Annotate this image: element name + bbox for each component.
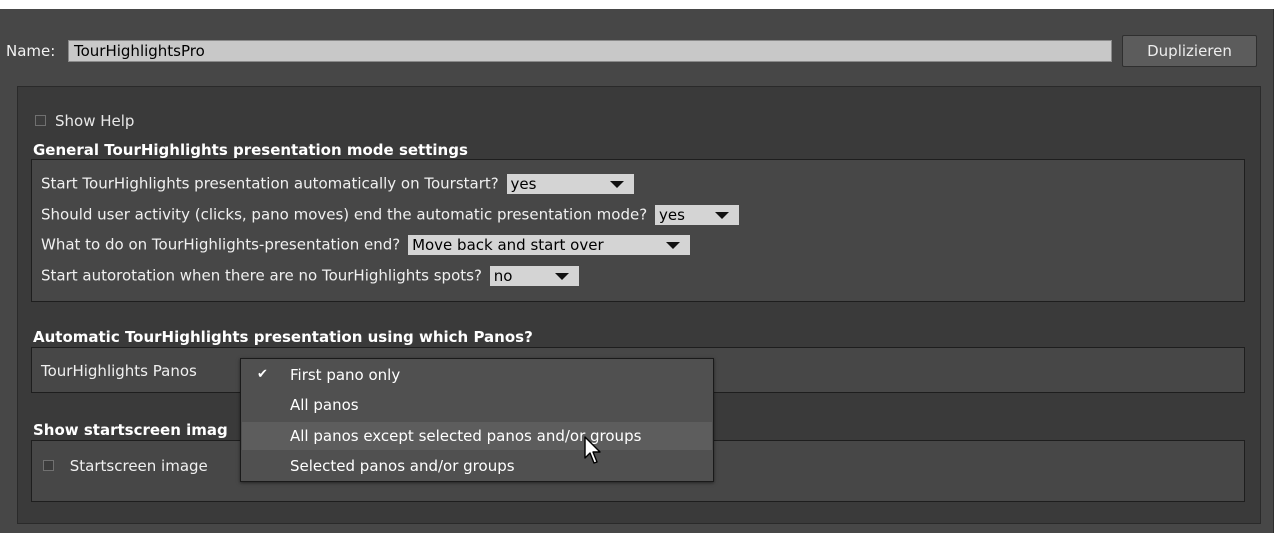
startscreen-toggle[interactable]: Startscreen image <box>43 456 208 475</box>
show-help-checkbox[interactable] <box>35 115 46 126</box>
presentation-end-row: What to do on TourHighlights-presentatio… <box>41 235 691 255</box>
dropdown-option-all-except-selected[interactable]: All panos except selected panos and/or g… <box>242 422 712 450</box>
panos-heading: Automatic TourHighlights presentation us… <box>33 328 533 346</box>
user-activity-select[interactable]: yes <box>654 205 739 225</box>
dropdown-option-selected-panos[interactable]: Selected panos and/or groups <box>242 452 712 480</box>
autostart-value: yes <box>510 175 537 193</box>
mouse-cursor-icon <box>584 436 601 464</box>
user-activity-value: yes <box>658 206 685 224</box>
window-top-strip <box>0 0 1287 9</box>
autorotation-value: no <box>493 267 513 285</box>
presentation-end-value: Move back and start over <box>412 236 604 254</box>
startscreen-label: Startscreen image <box>69 456 208 475</box>
option-label: Selected panos and/or groups <box>290 457 515 475</box>
name-label: Name: <box>6 42 56 60</box>
autorotation-row: Start autorotation when there are no Tou… <box>41 266 579 286</box>
dropdown-arrow-icon <box>554 273 569 280</box>
autostart-label: Start TourHighlights presentation automa… <box>41 174 499 193</box>
dropdown-arrow-icon <box>666 242 681 249</box>
startscreen-checkbox[interactable] <box>43 460 54 471</box>
show-help-label: Show Help <box>55 111 135 130</box>
autorotation-select[interactable]: no <box>489 266 579 286</box>
presentation-end-label: What to do on TourHighlights-presentatio… <box>41 235 401 254</box>
user-activity-label: Should user activity (clicks, pano moves… <box>41 205 648 224</box>
name-input[interactable]: TourHighlightsPro <box>68 40 1112 62</box>
general-settings-heading: General TourHighlights presentation mode… <box>33 141 468 159</box>
checkmark-icon: ✔ <box>257 367 268 382</box>
panos-dropdown-popup: ✔ First pano only All panos All panos ex… <box>240 358 714 482</box>
dropdown-arrow-icon <box>714 212 729 219</box>
option-label: All panos <box>290 396 359 414</box>
duplicate-button[interactable]: Duplizieren <box>1122 35 1257 67</box>
user-activity-row: Should user activity (clicks, pano moves… <box>41 205 739 225</box>
autostart-select[interactable]: yes <box>506 174 634 194</box>
presentation-end-select[interactable]: Move back and start over <box>408 235 691 255</box>
startscreen-heading: Show startscreen imag <box>33 421 228 439</box>
dropdown-arrow-icon <box>609 181 624 188</box>
autorotation-label: Start autorotation when there are no Tou… <box>41 266 482 285</box>
dropdown-option-all-panos[interactable]: All panos <box>242 391 712 419</box>
panos-label: TourHighlights Panos <box>41 362 197 380</box>
show-help-toggle[interactable]: Show Help <box>35 111 134 130</box>
name-row: Name: TourHighlightsPro Duplizieren <box>0 34 1273 68</box>
autostart-row: Start TourHighlights presentation automa… <box>41 174 634 194</box>
option-label: First pano only <box>290 366 401 384</box>
dropdown-option-first-pano[interactable]: ✔ First pano only <box>242 361 712 389</box>
